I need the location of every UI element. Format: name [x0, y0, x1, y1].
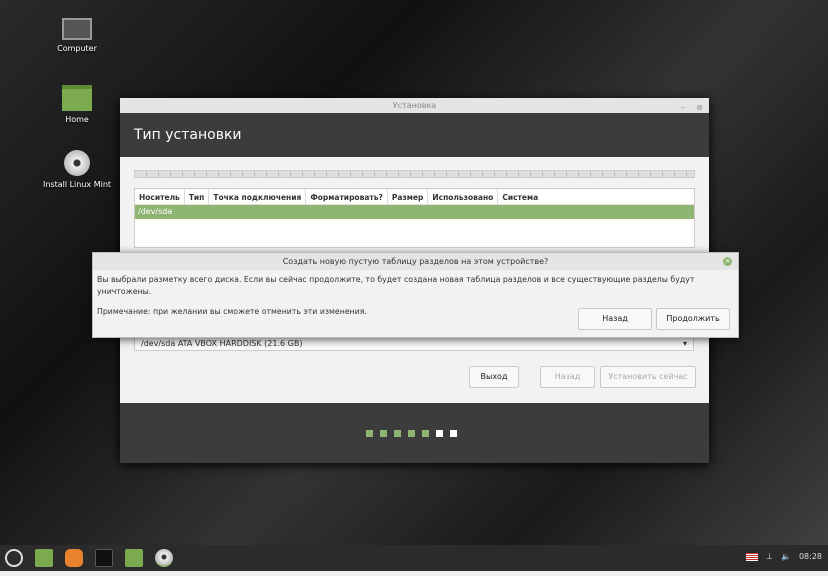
close-icon[interactable]: ⊗	[696, 100, 703, 115]
clock[interactable]: 08:28	[799, 552, 822, 561]
files-icon[interactable]	[125, 549, 143, 567]
col-header[interactable]: Тип	[185, 189, 210, 204]
network-icon[interactable]: ⊥	[766, 552, 773, 561]
col-header[interactable]: Точка подключения	[209, 189, 307, 204]
dialog-titlebar: Создать новую пустую таблицу разделов на…	[93, 253, 738, 270]
step-dot	[436, 430, 443, 437]
col-header[interactable]: Использовано	[428, 189, 499, 204]
close-icon[interactable]: ×	[723, 257, 732, 266]
step-dot	[394, 430, 401, 437]
minimize-icon[interactable]: –	[681, 100, 685, 115]
install-now-button[interactable]: Установить сейчас	[600, 366, 696, 388]
desktop-icon-home[interactable]: Home	[37, 85, 117, 124]
dialog-continue-button[interactable]: Продолжить	[656, 308, 730, 330]
step-dot	[380, 430, 387, 437]
system-tray: ⊥ 🔈 08:28	[746, 552, 822, 561]
show-desktop-icon[interactable]	[35, 549, 53, 567]
confirm-dialog: Создать новую пустую таблицу разделов на…	[92, 252, 739, 338]
chevron-down-icon: ▾	[682, 339, 687, 348]
desktop-icon-install[interactable]: Install Linux Mint	[37, 150, 117, 189]
step-dot	[408, 430, 415, 437]
volume-icon[interactable]: 🔈	[781, 552, 791, 561]
dialog-back-button[interactable]: Назад	[578, 308, 652, 330]
disc-icon	[64, 150, 90, 176]
col-header[interactable]: Носитель	[135, 189, 185, 204]
partition-bar	[134, 170, 695, 178]
table-header: Носитель Тип Точка подключения Форматиро…	[135, 189, 694, 205]
page-title: Тип установки	[120, 113, 709, 157]
menu-icon[interactable]	[5, 549, 23, 567]
desktop-icon-computer[interactable]: Computer	[37, 18, 117, 53]
step-dot	[422, 430, 429, 437]
monitor-icon	[62, 18, 92, 40]
installer-disc-icon[interactable]	[155, 549, 173, 567]
partition-table[interactable]: Носитель Тип Точка подключения Форматиро…	[134, 188, 695, 248]
col-header[interactable]: Система	[498, 189, 542, 204]
col-header[interactable]: Форматировать?	[306, 189, 388, 204]
quit-button[interactable]: Выход	[469, 366, 519, 388]
window-footer	[120, 403, 709, 463]
terminal-icon[interactable]	[95, 549, 113, 567]
col-header[interactable]: Размер	[388, 189, 429, 204]
window-titlebar: Установка – ⊗	[120, 98, 709, 113]
step-dot	[366, 430, 373, 437]
back-button[interactable]: Назад	[540, 366, 595, 388]
table-row[interactable]: /dev/sda	[135, 205, 694, 219]
step-progress	[366, 430, 457, 437]
dialog-message: Вы выбрали разметку всего диска. Если вы…	[97, 275, 695, 296]
taskbar: ⊥ 🔈 08:28	[0, 545, 828, 571]
firefox-icon[interactable]	[65, 549, 83, 567]
folder-home-icon	[62, 85, 92, 111]
flag-us-icon[interactable]	[746, 552, 758, 561]
bottom-strip	[0, 571, 828, 576]
step-dot	[450, 430, 457, 437]
